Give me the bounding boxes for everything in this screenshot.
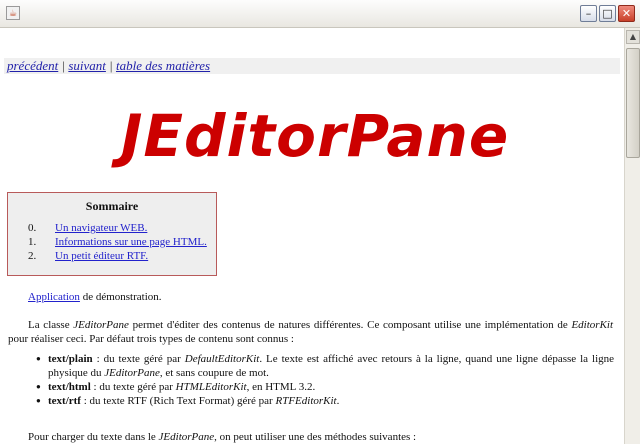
item-number: 2. [28, 250, 37, 262]
item-number: 1. [28, 236, 37, 248]
summary-list: 0. Un navigateur WEB. 1. Informations sur … [28, 221, 207, 263]
mime-type: text/html [48, 381, 91, 393]
text-run: . [336, 395, 340, 407]
class-name: RTFEditorKit [275, 395, 337, 407]
description-paragraph: La classe JEditorPane permet d'éditer de… [8, 318, 613, 346]
list-item: text/html : du texte géré par HTMLEditor… [36, 380, 614, 394]
list-item: 0. Un navigateur WEB. [28, 221, 207, 235]
minimize-button[interactable]: – [580, 5, 597, 22]
class-name: JEditorPane [104, 367, 160, 379]
page-title: JEditorPane [120, 102, 510, 170]
list-item: text/plain : du texte géré par DefaultEd… [36, 352, 614, 380]
scrollbar-thumb[interactable] [626, 48, 640, 158]
list-item: text/rtf : du texte RTF (Rich Text Forma… [36, 394, 614, 408]
class-name: JEditorPane [158, 431, 215, 443]
class-name: HTMLEditorKit [175, 381, 247, 393]
class-name: EditorKit [571, 319, 614, 331]
intro-text: de démonstration. [79, 291, 162, 303]
maximize-button[interactable]: □ [599, 5, 616, 22]
summary-box: Sommaire 0. Un navigateur WEB. 1. Informat… [7, 192, 217, 276]
application-link[interactable]: Application [28, 291, 80, 303]
text-run: : du texte RTF (Rich Text Format) géré p… [80, 395, 276, 407]
mime-type: text/rtf [48, 395, 81, 407]
navigation-bar: précédent | suivant | table des matières [4, 58, 620, 74]
toc-link[interactable]: table des matières [116, 58, 210, 73]
text-run: : du texte géré par [92, 353, 185, 365]
text-run: Pour charger du texte dans le [28, 431, 159, 443]
summary-title: Sommaire [85, 199, 139, 213]
nav-separator: | [109, 58, 113, 73]
title-bar[interactable]: ☕ – □ ✕ [0, 0, 640, 28]
class-name: JEditorPane [73, 319, 129, 331]
close-button[interactable]: ✕ [618, 5, 635, 22]
summary-link-html-info[interactable]: Informations sur une page HTML. [55, 236, 207, 248]
text-run: permet d'éditer des contenus de natures … [128, 319, 572, 331]
text-run: pour réaliser ceci. Par défaut trois typ… [8, 333, 294, 345]
text-run: , on peut utiliser une des méthodes suiv… [214, 431, 417, 443]
java-icon[interactable]: ☕ [6, 6, 20, 20]
content-types-list: text/plain : du texte géré par DefaultEd… [36, 352, 614, 408]
vertical-scrollbar[interactable]: ▲ [624, 28, 640, 444]
intro-paragraph: Application de démonstration. [28, 290, 162, 304]
item-number: 0. [28, 222, 37, 234]
mime-type: text/plain [48, 353, 93, 365]
next-link[interactable]: suivant [68, 58, 106, 73]
previous-link[interactable]: précédent [7, 58, 58, 73]
text-run: , et sans coupure de mot. [159, 367, 269, 379]
summary-link-rtf-editor[interactable]: Un petit éditeur RTF. [55, 250, 148, 262]
list-item: 2. Un petit éditeur RTF. [28, 249, 207, 263]
list-item: 1. Informations sur une page HTML. [28, 235, 207, 249]
text-run: La classe [28, 319, 74, 331]
text-run: : du texte géré par [90, 381, 176, 393]
scroll-up-arrow-icon[interactable]: ▲ [626, 30, 640, 44]
methods-paragraph: Pour charger du texte dans le JEditorPan… [28, 430, 416, 444]
summary-link-web-browser[interactable]: Un navigateur WEB. [55, 222, 147, 234]
nav-separator: | [61, 58, 66, 73]
text-run: , en HTML 3.2. [246, 381, 316, 393]
class-name: DefaultEditorKit [184, 353, 260, 365]
editor-pane[interactable]: précédent | suivant | table des matières… [0, 28, 624, 444]
